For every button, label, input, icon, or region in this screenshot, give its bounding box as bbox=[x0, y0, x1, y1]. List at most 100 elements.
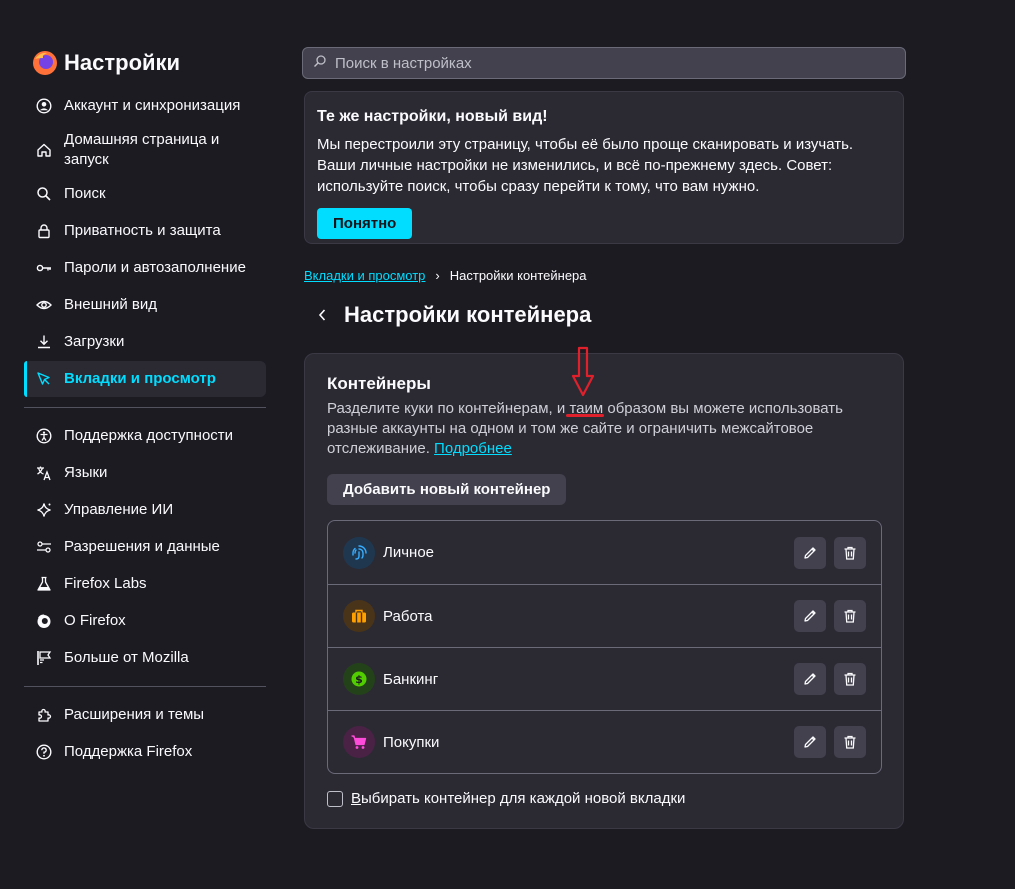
lock-icon bbox=[36, 223, 52, 239]
containers-description: Разделите куки по контейнерам, и таим об… bbox=[327, 399, 867, 459]
sidebar-item-accessibility[interactable]: Поддержка доступности bbox=[24, 418, 266, 454]
fingerprint-icon bbox=[343, 536, 375, 569]
download-icon bbox=[36, 334, 52, 350]
sidebar-item-label: Больше от Mozilla bbox=[64, 649, 189, 666]
sidebar-item-more-mozilla[interactable]: Больше от Mozilla bbox=[24, 640, 266, 676]
containers-card: Контейнеры Разделите куки по контейнерам… bbox=[304, 353, 904, 829]
notice-text: Мы перестроили эту страницу, чтобы её бы… bbox=[317, 136, 854, 195]
sidebar-item-label: Загрузки bbox=[64, 333, 125, 350]
sidebar-item-passwords[interactable]: Пароли и автозаполнение bbox=[24, 250, 266, 286]
pencil-icon bbox=[804, 673, 816, 685]
chevron-left-icon bbox=[318, 309, 326, 321]
sidebar-item-home[interactable]: Домашняя страница и запуск bbox=[24, 125, 266, 175]
list-item: Покупки bbox=[328, 710, 881, 773]
checkbox-label-rest: ыбирать контейнер для каждой новой вклад… bbox=[361, 790, 686, 807]
trash-icon bbox=[844, 546, 856, 560]
puzzle-icon bbox=[36, 707, 52, 723]
sidebar-item-firefox-support[interactable]: Поддержка Firefox bbox=[24, 734, 266, 770]
got-it-button[interactable]: Понятно bbox=[317, 208, 413, 239]
sidebar: Настройки Аккаунт и синхронизация Домашн… bbox=[24, 40, 266, 771]
brand: Настройки bbox=[24, 40, 266, 86]
search-icon bbox=[313, 54, 335, 72]
sidebar-item-label: Firefox Labs bbox=[64, 575, 147, 592]
sidebar-item-label: Приватность и защита bbox=[64, 222, 221, 239]
sidebar-item-account[interactable]: Аккаунт и синхронизация bbox=[24, 88, 266, 124]
redesign-notice: Те же настройки, новый вид! Мы перестрои… bbox=[304, 91, 904, 244]
edit-container-button[interactable] bbox=[794, 726, 826, 758]
svg-text:$: $ bbox=[355, 673, 363, 686]
notice-title: Те же настройки, новый вид! bbox=[317, 108, 548, 125]
account-icon bbox=[36, 98, 52, 114]
container-name: Работа bbox=[383, 607, 433, 625]
search-input[interactable]: Поиск в настройках bbox=[302, 47, 906, 79]
container-name: Личное bbox=[383, 544, 435, 561]
delete-container-button[interactable] bbox=[834, 600, 866, 632]
flask-icon bbox=[36, 576, 52, 592]
edit-container-button[interactable] bbox=[794, 600, 826, 632]
edit-container-button[interactable] bbox=[794, 663, 826, 695]
delete-container-button[interactable] bbox=[834, 536, 866, 569]
eye-icon bbox=[36, 297, 52, 313]
sidebar-divider bbox=[24, 686, 266, 687]
sidebar-item-appearance[interactable]: Внешний вид bbox=[24, 287, 266, 323]
trash-icon bbox=[844, 672, 856, 686]
annotation-arrow-icon bbox=[571, 346, 595, 397]
sidebar-item-label: Поиск bbox=[64, 185, 106, 202]
desc-text-start: Разделите куки по контейнерам, и bbox=[327, 400, 570, 417]
sidebar-divider bbox=[24, 407, 266, 408]
sidebar-item-label: Поддержка Firefox bbox=[64, 743, 193, 760]
pencil-icon bbox=[804, 736, 816, 748]
sidebar-item-label: Домашняя страница и запуск bbox=[64, 131, 220, 168]
firefox-logo-icon bbox=[32, 50, 58, 76]
app-title: Настройки bbox=[64, 50, 181, 75]
search-icon bbox=[36, 186, 52, 202]
sidebar-item-downloads[interactable]: Загрузки bbox=[24, 324, 266, 360]
list-item: $ Банкинг bbox=[328, 647, 881, 710]
delete-container-button[interactable] bbox=[834, 663, 866, 695]
sidebar-item-extensions-themes[interactable]: Расширения и темы bbox=[24, 697, 266, 733]
learn-more-link[interactable]: Подробнее bbox=[434, 440, 512, 457]
sidebar-item-label: Внешний вид bbox=[64, 296, 157, 313]
sidebar-item-permissions[interactable]: Разрешения и данные bbox=[24, 529, 266, 565]
container-name: Банкинг bbox=[383, 670, 439, 688]
sidebar-item-label: Расширения и темы bbox=[64, 706, 205, 723]
sidebar-item-label: Поддержка доступности bbox=[64, 427, 234, 444]
sidebar-item-privacy[interactable]: Приватность и защита bbox=[24, 213, 266, 249]
cart-icon bbox=[343, 726, 375, 758]
select-container-checkbox[interactable] bbox=[327, 790, 343, 807]
firefox-icon bbox=[36, 613, 52, 629]
sidebar-item-label: Пароли и автозаполнение bbox=[64, 259, 246, 276]
breadcrumb-parent-link[interactable]: Вкладки и просмотр bbox=[304, 268, 425, 283]
sidebar-item-label: Разрешения и данные bbox=[64, 538, 220, 555]
delete-container-button[interactable] bbox=[834, 726, 866, 758]
cursor-icon bbox=[36, 371, 52, 387]
sidebar-item-tabs-browsing[interactable]: Вкладки и просмотр bbox=[24, 361, 266, 397]
sidebar-item-languages[interactable]: Языки bbox=[24, 455, 266, 491]
search-placeholder: Поиск в настройках bbox=[335, 54, 472, 72]
trash-icon bbox=[844, 609, 856, 623]
checkbox-label-accesskey: В bbox=[351, 790, 362, 807]
container-list: Личное Работа $ Банкинг Покупки bbox=[327, 520, 882, 774]
container-name: Покупки bbox=[383, 733, 440, 751]
add-container-button[interactable]: Добавить новый контейнер bbox=[327, 474, 567, 505]
mozilla-flag-icon bbox=[36, 650, 52, 666]
select-container-per-tab-option[interactable]: Выбирать контейнер для каждой новой вкла… bbox=[327, 790, 881, 807]
list-item: Личное bbox=[328, 521, 881, 584]
back-button[interactable] bbox=[312, 300, 332, 330]
edit-container-button[interactable] bbox=[794, 536, 826, 569]
sidebar-item-label: Вкладки и просмотр bbox=[64, 370, 216, 387]
sidebar-item-about-firefox[interactable]: О Firefox bbox=[24, 603, 266, 639]
accessibility-icon bbox=[36, 428, 52, 444]
sidebar-item-firefox-labs[interactable]: Firefox Labs bbox=[24, 566, 266, 602]
page-header: Настройки контейнера bbox=[312, 300, 591, 330]
sidebar-item-label: Аккаунт и синхронизация bbox=[64, 97, 241, 114]
chevron-right-icon: › bbox=[435, 268, 440, 283]
home-icon bbox=[36, 142, 52, 158]
translate-icon bbox=[36, 465, 52, 481]
trash-icon bbox=[844, 735, 856, 749]
sidebar-item-ai-control[interactable]: Управление ИИ bbox=[24, 492, 266, 528]
sparkle-icon bbox=[36, 502, 52, 518]
sidebar-item-label: О Firefox bbox=[64, 612, 126, 629]
sidebar-item-search[interactable]: Поиск bbox=[24, 176, 266, 212]
sidebar-item-label: Языки bbox=[64, 464, 108, 481]
